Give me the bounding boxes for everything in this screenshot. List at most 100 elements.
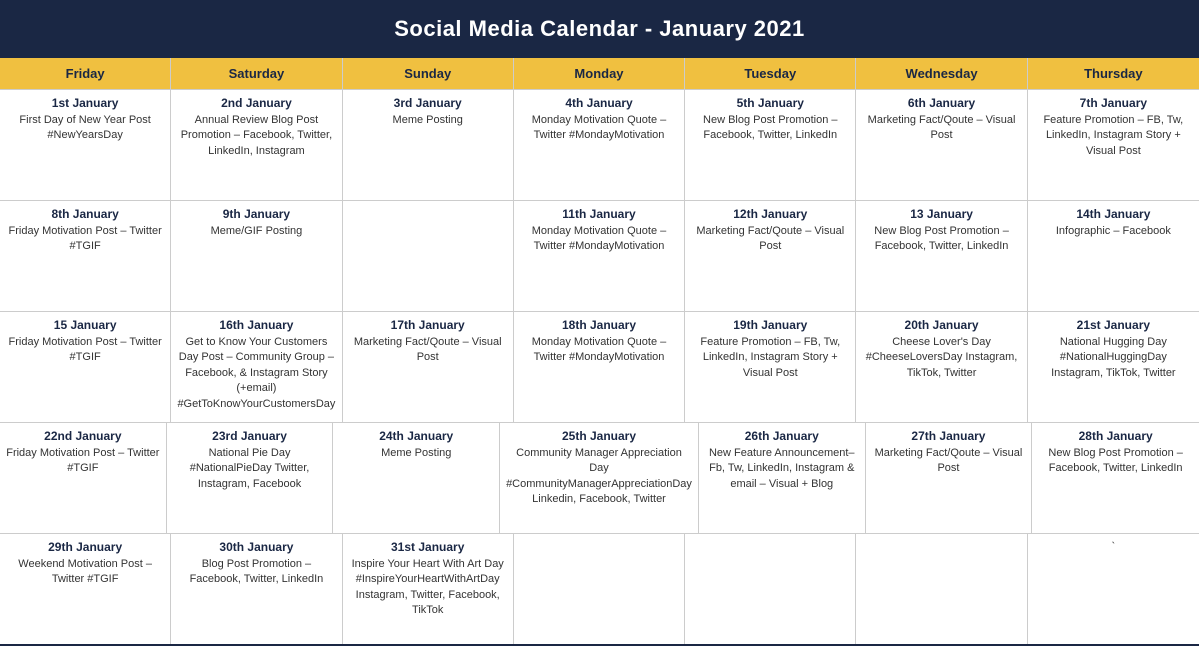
- cell-inner: 1st January First Day of New Year Post #N…: [6, 96, 164, 144]
- cell-date: 22nd January: [6, 429, 160, 443]
- cell-content: Community Manager Appreciation Day #Comm…: [506, 446, 692, 508]
- cell-date: 4th January: [520, 96, 678, 110]
- calendar-cell: 3rd JanuaryMeme Posting: [343, 90, 514, 200]
- cell-date: 3rd January: [349, 96, 507, 110]
- cell-inner: 26th January New Feature Announcement– Fb…: [705, 429, 859, 492]
- cell-inner: 6th JanuaryMarketing Fact/Qoute – Visual…: [862, 96, 1020, 144]
- calendar-row: 1st January First Day of New Year Post #N…: [0, 89, 1199, 200]
- cell-content: Weekend Motivation Post – Twitter #TGIF: [6, 557, 164, 588]
- calendar-cell: 1st January First Day of New Year Post #N…: [0, 90, 171, 200]
- cell-inner: 15 January Friday Motivation Post – Twitt…: [6, 318, 164, 366]
- calendar-cell: [685, 534, 856, 644]
- cell-date: 25th January: [506, 429, 692, 443]
- cell-content: `: [1034, 540, 1193, 555]
- calendar-row: 8th JanuaryFriday Motivation Post – Twit…: [0, 200, 1199, 311]
- calendar-cell: `: [1028, 534, 1199, 644]
- app: Social Media Calendar - January 2021 Fri…: [0, 0, 1199, 644]
- cell-content: Marketing Fact/Qoute – Visual Post: [349, 335, 507, 366]
- cell-date: 28th January: [1038, 429, 1193, 443]
- cell-inner: 30th January Blog Post Promotion – Facebo…: [177, 540, 335, 588]
- cell-date: 27th January: [872, 429, 1026, 443]
- cell-inner: 5th JanuaryNew Blog Post Promotion – Fac…: [691, 96, 849, 144]
- cell-content: Friday Motivation Post – Twitter #TGIF: [6, 335, 164, 366]
- cell-date: 30th January: [177, 540, 335, 554]
- cell-inner: 21st JanuaryNational Hugging Day #Nation…: [1034, 318, 1193, 381]
- cell-content: National Pie Day #NationalPieDay Twitter…: [173, 446, 327, 492]
- calendar-cell: 29th January Weekend Motivation Post – Tw…: [0, 534, 171, 644]
- cell-inner: 22nd JanuaryFriday Motivation Post – Twi…: [6, 429, 160, 477]
- cell-inner: 11th January Monday Motivation Quote – Tw…: [520, 207, 678, 255]
- cell-content: Monday Motivation Quote – Twitter #Monda…: [520, 335, 678, 366]
- calendar-cell: [514, 534, 685, 644]
- cell-content: New Feature Announcement– Fb, Tw, Linked…: [705, 446, 859, 492]
- calendar-cell: [856, 534, 1027, 644]
- calendar-cell: 19th January Feature Promotion – FB, Tw, …: [685, 312, 856, 422]
- calendar-cell: 15 January Friday Motivation Post – Twitt…: [0, 312, 171, 422]
- cell-content: Annual Review Blog Post Promotion – Face…: [177, 113, 335, 159]
- cell-content: First Day of New Year Post #NewYearsDay: [6, 113, 164, 144]
- calendar-cell: 24th JanuaryMeme Posting: [333, 423, 500, 533]
- cell-inner: 24th JanuaryMeme Posting: [339, 429, 493, 461]
- cell-date: 12th January: [691, 207, 849, 221]
- calendar-cell: 11th January Monday Motivation Quote – Tw…: [514, 201, 685, 311]
- cell-inner: 12th JanuaryMarketing Fact/Qoute – Visua…: [691, 207, 849, 255]
- cell-content: National Hugging Day #NationalHuggingDay…: [1034, 335, 1193, 381]
- cell-date: 13 January: [862, 207, 1020, 221]
- calendar-cell: 31st JanuaryInspire Your Heart With Art …: [343, 534, 514, 644]
- cell-date: 26th January: [705, 429, 859, 443]
- cell-date: 17th January: [349, 318, 507, 332]
- cell-content: Marketing Fact/Qoute – Visual Post: [862, 113, 1020, 144]
- cell-inner: 27th January Marketing Fact/Qoute – Visua…: [872, 429, 1026, 477]
- cell-date: 31st January: [349, 540, 507, 554]
- calendar-cell: 2nd January Annual Review Blog Post Promo…: [171, 90, 342, 200]
- calendar-cell: 22nd JanuaryFriday Motivation Post – Twi…: [0, 423, 167, 533]
- cell-inner: 20th January Cheese Lover's Day #CheeseLo…: [862, 318, 1020, 381]
- cell-date: 19th January: [691, 318, 849, 332]
- calendar-grid: 1st January First Day of New Year Post #N…: [0, 89, 1199, 644]
- day-headers-row: FridaySaturdaySundayMondayTuesdayWednesd…: [0, 58, 1199, 89]
- calendar-row: 29th January Weekend Motivation Post – Tw…: [0, 533, 1199, 644]
- cell-date: 23rd January: [173, 429, 327, 443]
- calendar-cell: 6th JanuaryMarketing Fact/Qoute – Visual…: [856, 90, 1027, 200]
- calendar-cell: 13 JanuaryNew Blog Post Promotion – Face…: [856, 201, 1027, 311]
- calendar-cell: 23rd January National Pie Day #NationalPi…: [167, 423, 334, 533]
- cell-content: Marketing Fact/Qoute – Visual Post: [872, 446, 1026, 477]
- cell-date: 9th January: [177, 207, 335, 221]
- cell-date: 15 January: [6, 318, 164, 332]
- cell-content: New Blog Post Promotion – Facebook, Twit…: [1038, 446, 1193, 477]
- cell-content: Blog Post Promotion – Facebook, Twitter,…: [177, 557, 335, 588]
- calendar-cell: 16th JanuaryGet to Know Your Customers D…: [171, 312, 342, 422]
- day-header: Thursday: [1028, 58, 1199, 89]
- calendar-cell: 18th JanuaryMonday Motivation Quote – Tw…: [514, 312, 685, 422]
- calendar: FridaySaturdaySundayMondayTuesdayWednesd…: [0, 58, 1199, 644]
- cell-content: Monday Motivation Quote – Twitter #Monda…: [520, 224, 678, 255]
- day-header: Sunday: [343, 58, 514, 89]
- cell-content: Monday Motivation Quote – Twitter #Monda…: [520, 113, 678, 144]
- cell-date: 7th January: [1034, 96, 1193, 110]
- cell-content: Feature Promotion – FB, Tw, LinkedIn, In…: [1034, 113, 1193, 159]
- day-header: Friday: [0, 58, 171, 89]
- cell-date: 20th January: [862, 318, 1020, 332]
- cell-inner: 3rd JanuaryMeme Posting: [349, 96, 507, 128]
- calendar-cell: 4th January Monday Motivation Quote – Twi…: [514, 90, 685, 200]
- page-title: Social Media Calendar - January 2021: [0, 0, 1199, 58]
- cell-inner: 8th JanuaryFriday Motivation Post – Twit…: [6, 207, 164, 255]
- calendar-cell: 27th January Marketing Fact/Qoute – Visua…: [866, 423, 1033, 533]
- calendar-cell: 9th JanuaryMeme/GIF Posting: [171, 201, 342, 311]
- cell-content: Feature Promotion – FB, Tw, LinkedIn, In…: [691, 335, 849, 381]
- calendar-cell: [343, 201, 514, 311]
- cell-date: 14th January: [1034, 207, 1193, 221]
- cell-inner: 18th JanuaryMonday Motivation Quote – Tw…: [520, 318, 678, 366]
- cell-date: 29th January: [6, 540, 164, 554]
- cell-inner: 14th JanuaryInfographic – Facebook: [1034, 207, 1193, 239]
- cell-inner: 29th January Weekend Motivation Post – Tw…: [6, 540, 164, 588]
- cell-date: 2nd January: [177, 96, 335, 110]
- cell-inner: 13 JanuaryNew Blog Post Promotion – Face…: [862, 207, 1020, 255]
- cell-inner: 19th January Feature Promotion – FB, Tw, …: [691, 318, 849, 381]
- cell-inner: 25th January Community Manager Appreciati…: [506, 429, 692, 508]
- cell-date: 11th January: [520, 207, 678, 221]
- day-header: Monday: [514, 58, 685, 89]
- cell-content: Cheese Lover's Day #CheeseLoversDay Inst…: [862, 335, 1020, 381]
- cell-date: 1st January: [6, 96, 164, 110]
- calendar-cell: 7th January Feature Promotion – FB, Tw, L…: [1028, 90, 1199, 200]
